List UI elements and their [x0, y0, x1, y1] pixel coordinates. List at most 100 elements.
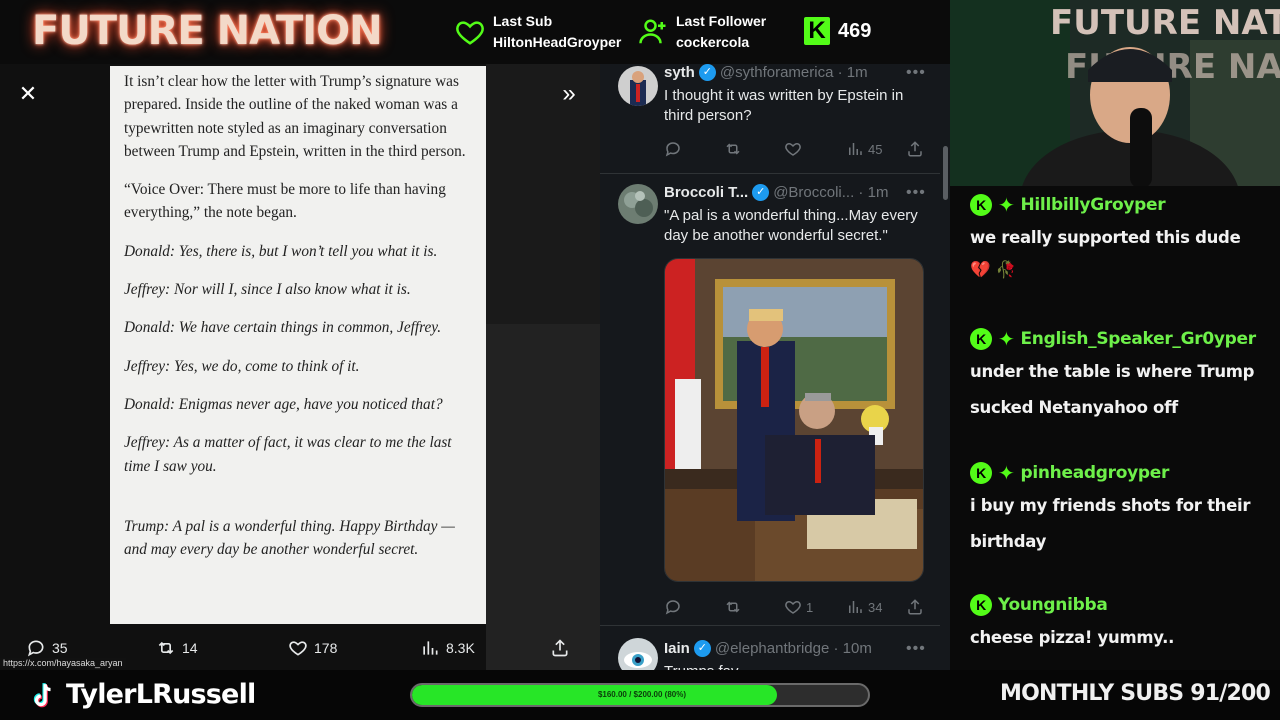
- article-paragraph: It isn’t clear how the letter with Trump…: [124, 73, 466, 160]
- verified-badge-icon: ✓: [693, 640, 711, 657]
- tweet-header: syth ✓ @sythforamerica · 1m: [664, 64, 868, 81]
- reply-button[interactable]: [664, 140, 686, 158]
- article-paragraph: Donald: We have certain things in common…: [124, 319, 442, 337]
- webcam-feed: FUTURE NATION FUTURE NATION: [950, 0, 1280, 186]
- avatar[interactable]: [618, 66, 658, 106]
- tweet-feed: syth ✓ @sythforamerica · 1m ••• I though…: [600, 64, 950, 670]
- repost-button[interactable]: [724, 598, 746, 616]
- reply-button[interactable]: 35: [26, 638, 68, 658]
- viewer-backdrop-lower: [486, 324, 600, 670]
- more-options-icon[interactable]: •••: [906, 184, 926, 202]
- avatar[interactable]: [618, 638, 658, 670]
- like-count: 1: [806, 599, 814, 615]
- heart-outline-icon: [456, 21, 484, 45]
- verified-badge-icon: ✓: [698, 64, 716, 81]
- last-follower-label: Last Follower: [676, 13, 767, 29]
- last-sub-name: HiltonHeadGroyper: [493, 34, 622, 50]
- chat-text: we really supported this dude: [970, 228, 1241, 247]
- share-icon: [908, 599, 922, 615]
- stream-top-bar: FUTURE NATION Last Sub HiltonHeadGroyper…: [0, 0, 950, 64]
- last-follower-widget: Last Follower cockercola: [638, 11, 766, 53]
- repost-button[interactable]: 14: [156, 638, 198, 658]
- tweet-text: "A pal is a wonderful thing...May every …: [664, 207, 918, 244]
- views-button[interactable]: 8.3K: [420, 638, 475, 658]
- tweet-author-name[interactable]: Iain: [664, 640, 690, 657]
- user-plus-icon: [639, 19, 666, 44]
- close-icon[interactable]: ✕: [16, 82, 40, 106]
- reply-count: 35: [52, 640, 68, 656]
- analytics-icon: [849, 143, 862, 155]
- article-paragraph: Donald: Yes, there is, but I won’t tell …: [124, 242, 438, 260]
- last-sub-label: Last Sub: [493, 13, 553, 29]
- chat-text: cheese pizza! yummy..: [970, 628, 1175, 647]
- heart-icon: [785, 142, 801, 156]
- sparkle-badge-icon: ✦: [998, 327, 1015, 351]
- sub-goal-progress-bar: $160.00 / $200.00 (80%): [410, 683, 870, 707]
- tweet-header: Iain ✓ @elephantbridge · 10m: [664, 640, 872, 657]
- share-button[interactable]: [550, 638, 576, 658]
- kick-logo-icon: K: [804, 17, 830, 45]
- kick-follower-count: K 469: [804, 17, 871, 45]
- tweet-actions: 45: [664, 140, 934, 160]
- chat-message: K ✦ pinheadgroyper i buy my friends shots …: [970, 458, 1270, 560]
- feed-scrollbar[interactable]: [940, 64, 950, 670]
- share-icon: [552, 639, 568, 657]
- chat-message: K Youngnibba cheese pizza! yummy..: [970, 590, 1270, 656]
- heart-icon: [289, 641, 307, 656]
- view-count: 34: [868, 599, 883, 615]
- kick-count: 469: [838, 19, 872, 42]
- chat-username[interactable]: English_Speaker_Gr0yper: [1020, 329, 1256, 349]
- like-button[interactable]: 1: [784, 598, 813, 616]
- article-paragraph: Donald: Enigmas never age, have you noti…: [124, 395, 443, 413]
- repost-icon: [726, 143, 740, 155]
- tweet-header: Broccoli T... ✓ @Broccoli... · 1m: [664, 184, 888, 201]
- tweet-author-name[interactable]: syth: [664, 64, 695, 81]
- chevron-double-right-icon[interactable]: »: [556, 82, 582, 108]
- tweet-handle-time[interactable]: @sythforamerica · 1m: [720, 64, 868, 81]
- monthly-subs-counter: MONTHLY SUBS 91/200: [1000, 681, 1271, 706]
- tweet[interactable]: Iain ✓ @elephantbridge · 10m ••• Trumps …: [600, 626, 942, 670]
- views-button[interactable]: 45: [846, 140, 882, 158]
- views-button[interactable]: 34: [846, 598, 882, 616]
- tweet[interactable]: syth ✓ @sythforamerica · 1m ••• I though…: [600, 64, 942, 174]
- chat-username[interactable]: pinheadgroyper: [1020, 463, 1169, 483]
- chat-message: K ✦ English_Speaker_Gr0yper under the tabl…: [970, 324, 1270, 426]
- like-button[interactable]: [784, 140, 806, 158]
- tweet-handle-time[interactable]: @Broccoli... · 1m: [773, 184, 888, 201]
- tweet-photo[interactable]: [664, 258, 924, 582]
- tweet-text: I thought it was written by Epstein in t…: [664, 87, 904, 124]
- tweet[interactable]: Broccoli T... ✓ @Broccoli... · 1m ••• "A…: [600, 174, 942, 626]
- repost-count: 14: [182, 640, 198, 656]
- verified-badge-icon: ✓: [752, 184, 770, 201]
- reply-icon: [665, 142, 680, 157]
- chat-username[interactable]: HillbillyGroyper: [1020, 195, 1165, 215]
- article-paragraph: Jeffrey: Nor will I, since I also know w…: [124, 281, 411, 299]
- view-count: 45: [868, 141, 883, 157]
- scrollbar-thumb[interactable]: [943, 146, 948, 200]
- like-button[interactable]: 178: [288, 638, 337, 658]
- repost-icon: [726, 601, 740, 613]
- stream-chat: K ✦ HillbillyGroyper we really supported t…: [950, 186, 1280, 670]
- tweet-handle-time[interactable]: @elephantbridge · 10m: [715, 640, 872, 657]
- share-button[interactable]: [906, 140, 928, 158]
- chat-username[interactable]: Youngnibba: [998, 595, 1108, 615]
- chat-text: under the table is where Trump sucked Ne…: [970, 362, 1255, 417]
- kick-badge-icon: K: [970, 328, 992, 350]
- article-paragraph: Jeffrey: Yes, we do, come to think of it…: [124, 357, 360, 375]
- tiktok-logo-icon: [33, 683, 51, 708]
- avatar[interactable]: [618, 184, 658, 224]
- more-options-icon[interactable]: •••: [906, 64, 926, 82]
- progress-text: $160.00 / $200.00 (80%): [597, 690, 687, 699]
- svg-text:FUTURE NATION: FUTURE NATION: [1050, 3, 1280, 43]
- kick-badge-icon: K: [970, 462, 992, 484]
- sparkle-badge-icon: ✦: [998, 461, 1015, 485]
- repost-button[interactable]: [724, 140, 746, 158]
- chat-message: K ✦ HillbillyGroyper we really supported t…: [970, 190, 1270, 284]
- reply-button[interactable]: [664, 598, 686, 616]
- share-icon: [908, 141, 922, 157]
- more-options-icon[interactable]: •••: [906, 640, 926, 658]
- tweet-author-name[interactable]: Broccoli T...: [664, 184, 748, 201]
- share-button[interactable]: [906, 598, 928, 616]
- tweet-actions: 1 34: [664, 598, 934, 618]
- article-image: It isn’t clear how the letter with Trump…: [110, 66, 486, 624]
